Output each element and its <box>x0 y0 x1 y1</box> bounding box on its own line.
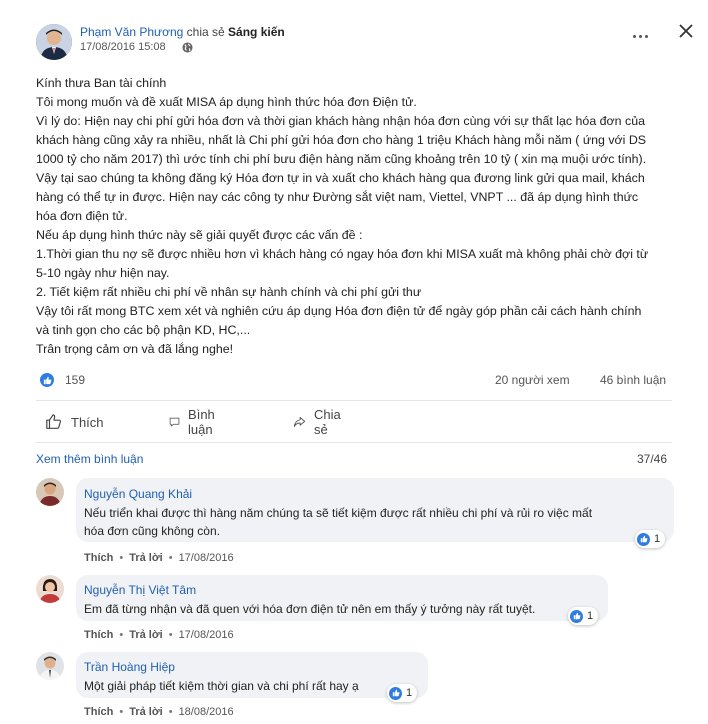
commenter-name[interactable]: Nguyễn Thị Việt Tâm <box>84 583 600 597</box>
comment-actions: Thích • Trả lời • 17/08/2016 <box>84 552 234 564</box>
body-line: 5-10 ngày như hiện nay. <box>36 266 170 280</box>
separator: • <box>168 706 173 718</box>
reaction-count: 1 <box>587 610 594 622</box>
body-line: và tinh gọn cho các bộ phận KD, HC,... <box>36 323 251 337</box>
divider <box>36 400 672 401</box>
body-line: hàng có thể tự in được. Hiện nay các côn… <box>36 190 639 204</box>
share-icon <box>293 417 306 427</box>
body-line: hóa đơn điện tử. <box>36 209 128 223</box>
separator: • <box>168 629 173 641</box>
comment-reaction[interactable]: 1 <box>387 684 418 702</box>
more-icon[interactable] <box>633 31 651 41</box>
comment-count[interactable]: 46 bình luận <box>600 373 666 387</box>
commenter-avatar[interactable] <box>36 575 64 603</box>
like-button[interactable]: Thích <box>45 410 104 434</box>
body-line: Vì lý do: Hiện nay chi phí gửi hóa đơn v… <box>36 114 645 128</box>
like-reaction-icon <box>389 686 402 700</box>
post-stats: 159 20 người xem 46 bình luận <box>36 370 672 390</box>
comment-text: Nếu triển khai được thì hàng năm chúng t… <box>84 506 593 520</box>
comment-like-link[interactable]: Thích <box>84 552 113 564</box>
author-name[interactable]: Phạm Văn Phương <box>80 25 183 39</box>
comment-reply-link[interactable]: Trả lời <box>129 706 163 718</box>
comment-reaction[interactable]: 1 <box>568 607 599 625</box>
like-reaction-icon <box>570 609 583 623</box>
comment-reaction[interactable]: 1 <box>635 530 666 548</box>
divider <box>36 442 672 443</box>
body-line: Vậy tôi rất mong BTC xem xét và nghiên c… <box>36 304 642 318</box>
body-line: Nếu áp dụng hình thức này sẽ giải quyết … <box>36 228 363 242</box>
post-timestamp: 17/08/2016 15:08 <box>80 41 166 53</box>
author-line: Phạm Văn Phương chia sẻ Sáng kiến <box>80 25 285 39</box>
like-reaction-icon[interactable] <box>40 373 54 387</box>
comment-icon <box>169 417 180 427</box>
author-avatar[interactable] <box>36 24 72 60</box>
share-label: Chia sẻ <box>313 407 341 437</box>
comment-item: Nguyễn Quang Khải Nếu triển khai được th… <box>36 478 676 568</box>
body-line: Kính thưa Ban tài chính <box>36 76 167 90</box>
comment-item: Trần Hoàng Hiệp Một giải pháp tiết kiệm … <box>36 652 676 722</box>
like-count[interactable]: 159 <box>65 373 85 387</box>
separator: • <box>119 629 124 641</box>
globe-icon <box>182 41 193 53</box>
post-meta: 17/08/2016 15:08 <box>80 41 193 53</box>
separator: • <box>119 552 124 564</box>
comment-actions: Thích • Trả lời • 17/08/2016 <box>84 629 234 641</box>
body-line: 2. Tiết kiệm rất nhiều chi phí về nhân s… <box>36 285 422 299</box>
shared-text: chia sẻ <box>186 25 225 39</box>
comment-text: hóa đơn cũng không còn. <box>84 524 220 538</box>
comment-item: Nguyễn Thị Việt Tâm Em đã từng nhận và đ… <box>36 575 676 645</box>
comment-reply-link[interactable]: Trả lời <box>129 629 163 641</box>
like-icon <box>46 414 61 429</box>
body-line: khách hàng cũng xảy ra nhiều, nhất là Ch… <box>36 133 647 147</box>
reaction-count: 1 <box>406 687 413 699</box>
close-icon[interactable] <box>678 23 694 39</box>
comment-bubble: Nguyễn Quang Khải Nếu triển khai được th… <box>76 478 674 542</box>
body-line: 1.Thời gian thu nợ sẽ được nhiều hơn vì … <box>36 247 649 261</box>
separator: • <box>168 552 173 564</box>
comment-like-link[interactable]: Thích <box>84 629 113 641</box>
comment-actions: Thích • Trả lời • 18/08/2016 <box>84 706 234 718</box>
comment-date: 17/08/2016 <box>178 629 234 641</box>
comment-bubble: Nguyễn Thị Việt Tâm Em đã từng nhận và đ… <box>76 575 608 621</box>
commenter-avatar[interactable] <box>36 478 64 506</box>
comment-date: 17/08/2016 <box>178 552 234 564</box>
separator: • <box>119 706 124 718</box>
like-reaction-icon <box>637 532 650 546</box>
comment-like-link[interactable]: Thích <box>84 706 113 718</box>
comment-button[interactable]: Bình luận <box>169 407 222 437</box>
target-group[interactable]: Sáng kiến <box>228 25 285 39</box>
body-line: 1000 tỷ cho năm 2017) thì ước tính chi p… <box>36 152 647 166</box>
comment-reply-link[interactable]: Trả lời <box>129 552 163 564</box>
comment-progress: 37/46 <box>637 452 668 466</box>
view-count[interactable]: 20 người xem <box>495 373 570 387</box>
comment-label: Bình luận <box>188 407 215 437</box>
commenter-name[interactable]: Nguyễn Quang Khải <box>84 487 666 501</box>
share-button[interactable]: Chia sẻ <box>293 407 346 437</box>
body-line: Trân trọng cảm ơn và đã lắng nghe! <box>36 342 234 356</box>
comment-date: 18/08/2016 <box>178 706 234 718</box>
reaction-count: 1 <box>654 533 661 545</box>
like-label: Thích <box>71 414 104 430</box>
comment-text: Em đã từng nhận và đã quen với hóa đơn đ… <box>84 602 536 616</box>
post-body: Kính thưa Ban tài chính Tôi mong muốn và… <box>36 74 676 359</box>
commenter-avatar[interactable] <box>36 652 64 680</box>
body-line: Tôi mong muốn và đề xuất MISA áp dụng hì… <box>36 95 417 109</box>
body-line: Vậy tại sao chúng ta không đăng ký Hóa đ… <box>36 171 645 185</box>
commenter-name[interactable]: Trần Hoàng Hiệp <box>84 660 420 674</box>
view-more-comments-link[interactable]: Xem thêm bình luận <box>36 452 143 466</box>
post-card: Phạm Văn Phương chia sẻ Sáng kiến 17/08/… <box>0 0 708 724</box>
comment-text: Một giải pháp tiết kiệm thời gian và chi… <box>84 679 359 693</box>
comment-bubble: Trần Hoàng Hiệp Một giải pháp tiết kiệm … <box>76 652 428 698</box>
